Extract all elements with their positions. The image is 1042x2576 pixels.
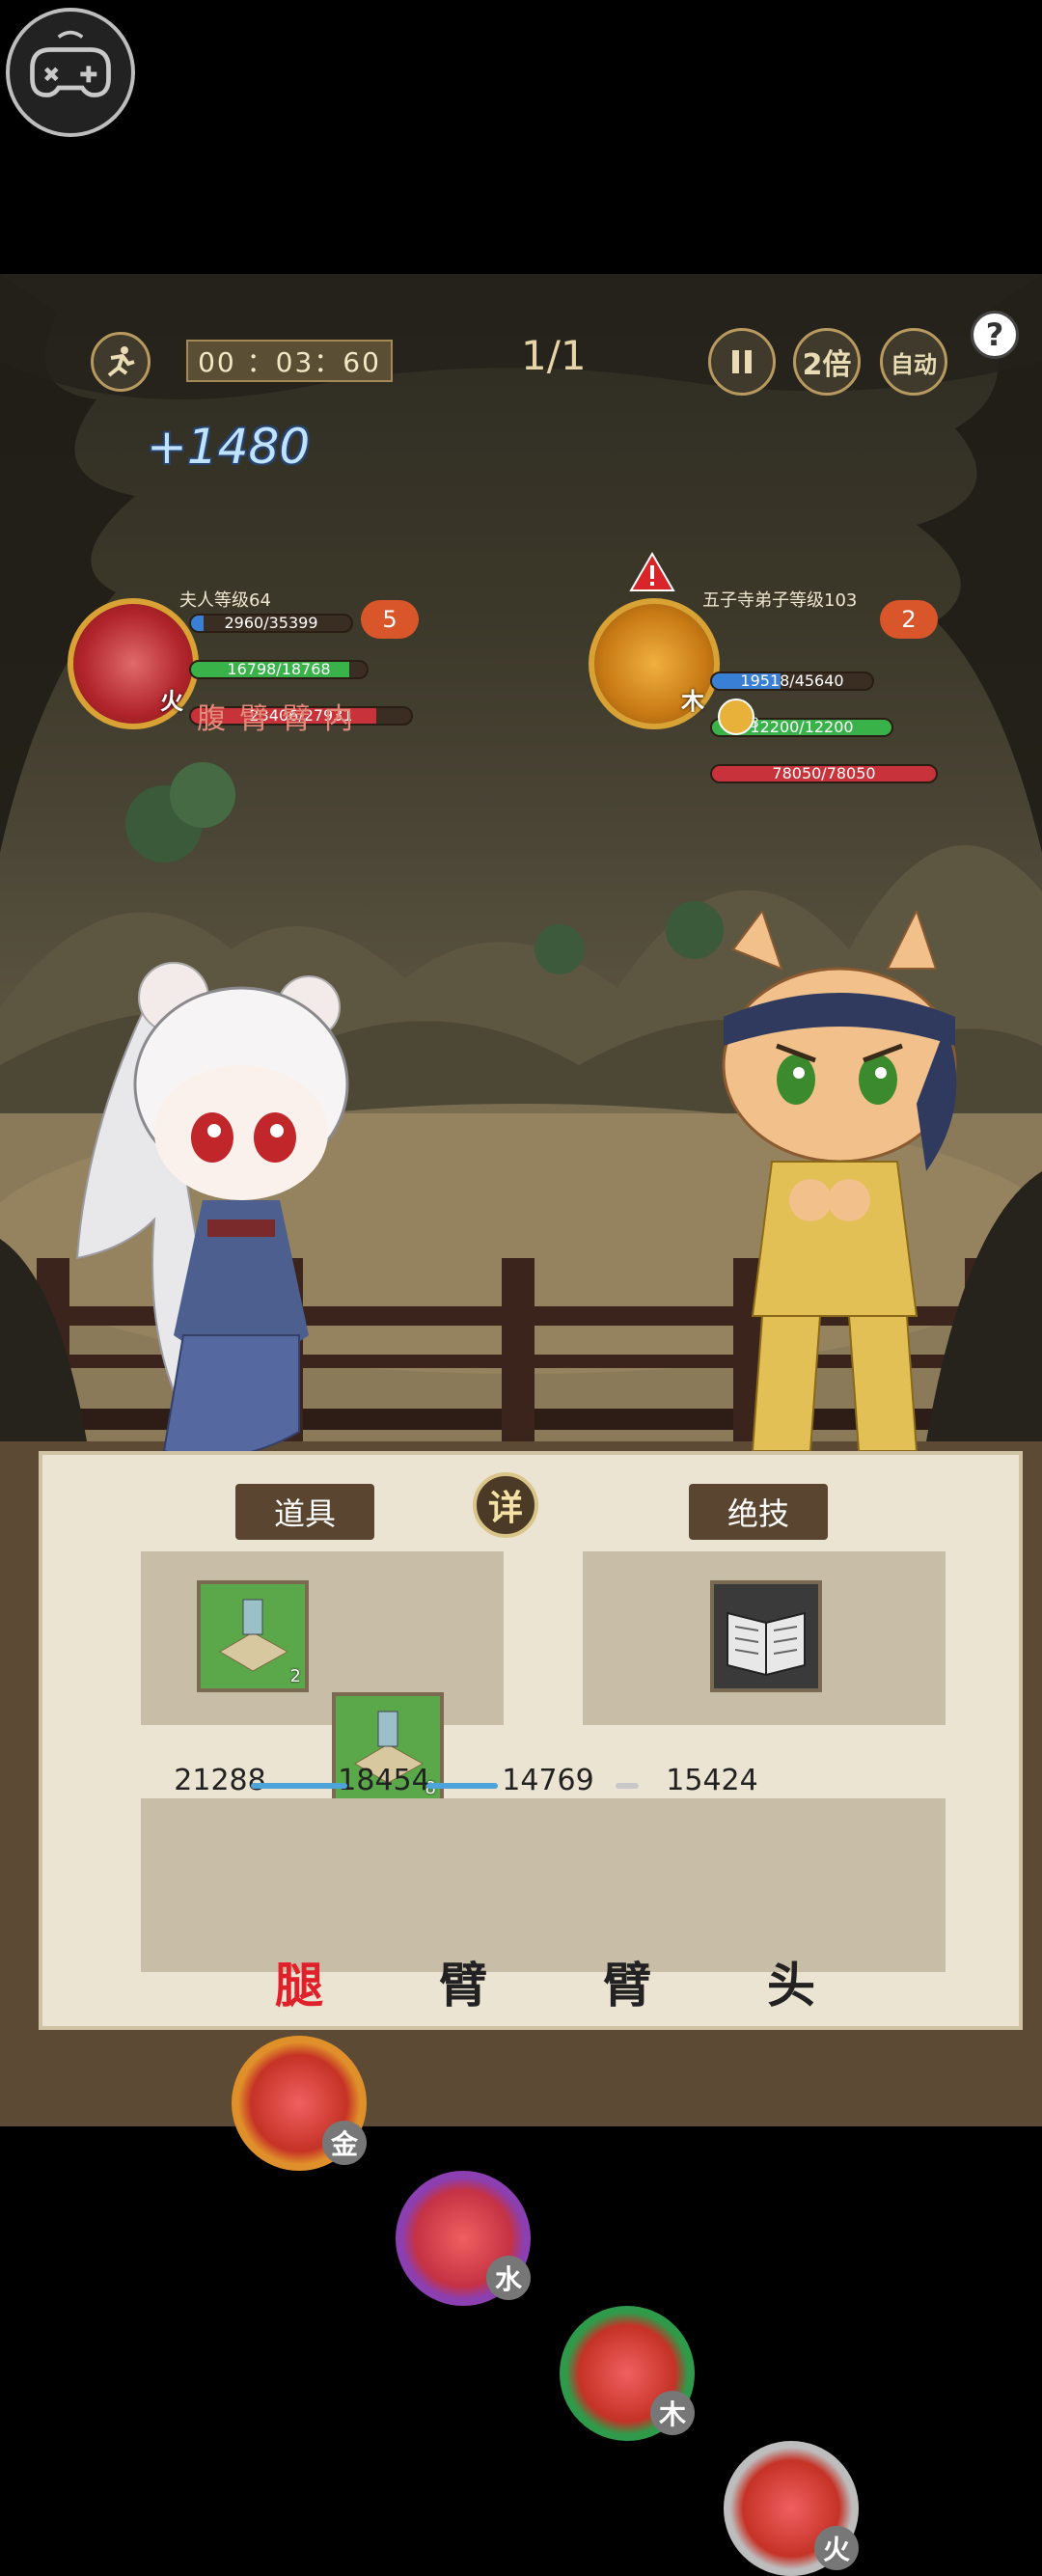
skill-button-1[interactable]: 水: [396, 2171, 531, 2306]
battle-control-panel: 道具 详 绝技 2 8 21288 18454 14769 15424: [39, 1451, 1023, 2576]
round-counter: 1/1: [521, 332, 587, 379]
skill-target-part-0: 腿: [275, 1958, 323, 2014]
gamepad-icon: [30, 30, 111, 97]
enemy-rage-badge: 2: [880, 600, 938, 639]
escape-button[interactable]: [91, 332, 151, 392]
player-name: 夫人等级64: [179, 590, 271, 611]
player-element: 火: [160, 688, 183, 715]
running-man-icon: [107, 346, 135, 377]
enemy-buff-icon[interactable]: [718, 699, 754, 735]
detail-label: 详: [487, 1489, 523, 1528]
target-part: 臂: [239, 702, 268, 736]
skill-button-0[interactable]: 金: [232, 2036, 367, 2171]
auto-label: 自动: [891, 350, 937, 378]
skill-element: 金: [322, 2121, 367, 2165]
enemy-bar-2: 78050/78050: [710, 764, 938, 783]
enemy-buff-count: 3: [751, 716, 759, 731]
gamepad-button[interactable]: [6, 8, 135, 137]
player-rage-badge: 5: [361, 600, 419, 639]
item-count: 2: [289, 1666, 301, 1686]
skill-element: 木: [650, 2391, 695, 2435]
skill-element: 水: [486, 2256, 531, 2300]
skill-target-part-1: 臂: [439, 1958, 487, 2014]
auto-button[interactable]: 自动: [880, 328, 947, 396]
help-icon: ?: [985, 316, 1004, 353]
warning-icon: [629, 552, 675, 596]
target-part: 腹: [197, 702, 226, 736]
enemy-element: 木: [681, 688, 704, 715]
player-bar-0-label: 2960/35399: [224, 614, 318, 632]
skill-button-3[interactable]: 火: [724, 2441, 859, 2576]
skills-well: [141, 1798, 946, 1972]
player-rage-count: 5: [382, 606, 398, 633]
pause-icon: [732, 350, 752, 373]
items-title: 道具: [235, 1484, 375, 1540]
skill-charge-bar-1: [426, 1783, 498, 1789]
detail-button[interactable]: 详: [473, 1472, 538, 1538]
enemy-name: 五子寺弟子等级103: [702, 590, 858, 611]
item-slot-0[interactable]: 2: [197, 1580, 309, 1692]
target-part: 内: [324, 702, 353, 736]
player-bar-1-label: 16798/18768: [227, 660, 331, 678]
damage-popup: +1480: [147, 419, 311, 475]
player-target-parts: 腹 臂 臂 内: [197, 695, 353, 737]
pause-button[interactable]: [708, 328, 776, 396]
enemy-rage-count: 2: [901, 606, 917, 633]
help-button[interactable]: ?: [971, 311, 1019, 359]
skill-button-2[interactable]: 木: [560, 2306, 695, 2441]
skills-title: 绝技: [689, 1484, 829, 1540]
skill-charge-bar-2: [616, 1783, 639, 1789]
enemy-character: [722, 911, 957, 1452]
enemy-bar-0-label: 19518/45640: [740, 671, 844, 690]
enemy-bar-0: 19518/45640: [710, 671, 874, 691]
player-bar-0: 2960/35399: [189, 614, 353, 633]
target-part: 臂: [282, 702, 311, 736]
player-bar-1: 16798/18768: [189, 660, 369, 679]
enemy-portrait[interactable]: 木: [589, 598, 720, 729]
speed-button[interactable]: 2倍: [793, 328, 861, 396]
items-well: [141, 1551, 504, 1725]
battle-timer: 00 ：03：60: [186, 340, 393, 382]
skill-charge-bar-0: [251, 1783, 347, 1789]
special-skill-slot[interactable]: [710, 1580, 822, 1692]
player-portrait[interactable]: 火: [68, 598, 199, 729]
skill-target-part-3: 头: [767, 1958, 815, 2014]
skill-element: 火: [814, 2526, 859, 2570]
speed-label: 2倍: [802, 348, 852, 382]
skill-target-part-2: 臂: [603, 1958, 651, 2014]
skill-book-icon: [714, 1584, 818, 1688]
skill-value-3: 15424: [666, 1764, 758, 1797]
enemy-bar-2-label: 78050/78050: [772, 764, 876, 782]
